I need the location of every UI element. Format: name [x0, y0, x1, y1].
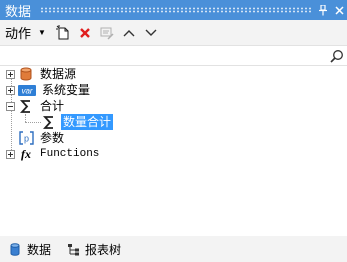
tree-connector — [25, 122, 41, 123]
var-icon: var — [18, 82, 36, 98]
tree-item-datasource[interactable]: 数据源 — [6, 66, 78, 82]
tree-structure-icon — [65, 241, 81, 257]
action-dropdown[interactable]: 动作 ▼ — [5, 23, 46, 42]
edit-button[interactable] — [96, 22, 118, 44]
function-icon: fx — [18, 146, 34, 162]
tab-label: 数据 — [27, 242, 52, 257]
close-icon[interactable] — [331, 1, 347, 19]
toolbar: 动作 ▼ — [0, 20, 347, 45]
data-tree: 数据源 var 系统变量 合计 数量合计 p 参数 fx Functions — [0, 66, 347, 236]
tree-item-totals[interactable]: 合计 — [6, 98, 66, 114]
search-button[interactable] — [328, 47, 345, 64]
bottom-tabbar: 数据 报表树 — [0, 236, 347, 262]
pin-icon[interactable] — [315, 1, 331, 19]
expand-toggle[interactable] — [6, 69, 15, 79]
edit-icon — [100, 27, 114, 40]
tree-item-label: 系统变量 — [42, 83, 91, 97]
tree-item-functions[interactable]: fx Functions — [6, 146, 101, 162]
tree-item-label: 数量合计 — [61, 114, 114, 130]
tab-data[interactable]: 数据 — [7, 238, 57, 260]
search-bar — [0, 45, 347, 66]
svg-text:p: p — [23, 134, 28, 144]
tree-item-quantity-total[interactable]: 数量合计 — [41, 114, 114, 130]
database-icon — [7, 241, 23, 257]
panel-title: 数据 — [5, 3, 32, 19]
tree-item-label: 数据源 — [40, 67, 77, 81]
delete-icon — [80, 27, 90, 38]
expand-toggle[interactable] — [6, 149, 15, 159]
caret-down-icon: ▼ — [38, 28, 46, 37]
delete-button[interactable] — [74, 22, 96, 44]
titlebar-grip[interactable] — [40, 7, 311, 13]
tree-item-label: 参数 — [40, 131, 65, 145]
function-icon-text: fx — [21, 146, 31, 161]
database-icon — [18, 66, 34, 82]
tab-label: 报表树 — [85, 242, 122, 257]
chevron-down-icon — [145, 29, 157, 36]
sigma-icon — [41, 114, 57, 130]
tree-item-label: Functions — [40, 148, 100, 160]
expand-toggle[interactable] — [6, 85, 15, 95]
move-up-button[interactable] — [118, 22, 140, 44]
tree-connector — [25, 114, 26, 122]
search-icon — [329, 49, 343, 63]
new-document-icon — [55, 24, 69, 39]
search-input[interactable] — [2, 47, 322, 64]
parameter-icon: p — [18, 130, 34, 146]
var-icon-text: var — [21, 86, 32, 95]
tree-item-system-variables[interactable]: var 系统变量 — [6, 82, 92, 98]
action-label: 动作 — [5, 26, 32, 41]
move-down-button[interactable] — [140, 22, 162, 44]
tab-report-tree[interactable]: 报表树 — [65, 238, 127, 260]
sigma-icon — [18, 98, 34, 114]
chevron-up-icon — [123, 29, 135, 36]
collapse-toggle[interactable] — [6, 101, 15, 111]
new-item-button[interactable] — [52, 22, 74, 44]
tree-item-label: 合计 — [40, 99, 65, 113]
panel-titlebar: 数据 — [0, 0, 347, 20]
tree-item-parameters[interactable]: p 参数 — [18, 130, 66, 146]
